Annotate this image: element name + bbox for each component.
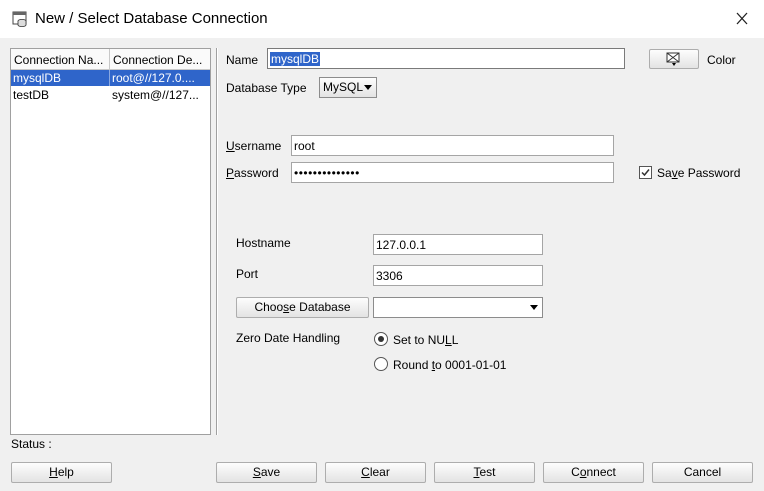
database-select[interactable] (373, 297, 543, 318)
close-button[interactable] (727, 7, 757, 31)
round-to-date-label: Round to 0001-01-01 (393, 358, 507, 372)
color-label: Color (707, 53, 736, 67)
chevron-down-icon (364, 85, 372, 90)
save-password-checkbox[interactable] (639, 166, 652, 179)
checkmark-icon (641, 169, 650, 177)
chevron-down-icon (530, 305, 538, 310)
save-password-label: Save Password (657, 166, 741, 180)
password-input[interactable]: •••••••••••••• (291, 162, 614, 183)
name-input[interactable]: mysqlDB (267, 48, 625, 69)
port-input[interactable]: 3306 (373, 265, 543, 286)
column-header-connection-details[interactable]: Connection De... (113, 53, 209, 67)
clear-button[interactable]: Clear (325, 462, 426, 483)
column-header-connection-name[interactable]: Connection Na... (14, 53, 108, 67)
connection-row-testdb[interactable]: testDB system@//127... (11, 87, 210, 103)
zero-date-handling-label: Zero Date Handling (236, 331, 341, 345)
username-label: Username (226, 139, 282, 153)
database-type-value: MySQL (323, 80, 364, 94)
connection-row-mysqldb[interactable]: mysqlDB root@//127.0.... (11, 70, 210, 86)
round-to-date-radio[interactable] (374, 357, 388, 371)
name-label: Name (226, 53, 259, 67)
connection-name: mysqlDB (13, 71, 62, 85)
window-title: New / Select Database Connection (35, 10, 268, 27)
connection-name: testDB (13, 88, 50, 102)
test-button[interactable]: Test (434, 462, 535, 483)
hostname-input[interactable]: 127.0.0.1 (373, 234, 543, 255)
connection-details: root@//127.0.... (112, 71, 195, 85)
password-label: Password (226, 166, 279, 180)
color-picker-button[interactable] (649, 49, 699, 69)
database-type-label: Database Type (226, 81, 307, 95)
close-icon (736, 12, 748, 25)
port-label: Port (236, 267, 259, 281)
connection-table-header: Connection Na... Connection De... (11, 49, 210, 70)
connection-details: system@//127... (112, 88, 199, 102)
cancel-button[interactable]: Cancel (652, 462, 753, 483)
name-input-value: mysqlDB (270, 52, 321, 66)
choose-database-button[interactable]: Choose Database (236, 297, 369, 318)
save-button[interactable]: Save (216, 462, 317, 483)
color-swatch-icon (666, 52, 680, 66)
panel-divider (216, 48, 218, 435)
column-separator (109, 70, 110, 86)
connect-button[interactable]: Connect (543, 462, 644, 483)
database-type-select[interactable]: MySQL (319, 77, 377, 98)
database-connection-icon (12, 11, 27, 27)
hostname-label: Hostname (236, 236, 291, 250)
help-button[interactable]: Help (11, 462, 112, 483)
connection-table[interactable]: Connection Na... Connection De... mysqlD… (10, 48, 211, 435)
set-to-null-radio[interactable] (374, 332, 388, 346)
set-to-null-label: Set to NULL (393, 333, 459, 347)
status-label: Status : (11, 437, 52, 451)
radio-selected-dot (378, 336, 384, 342)
title-bar: New / Select Database Connection (0, 0, 764, 38)
column-separator (109, 49, 110, 70)
username-input[interactable]: root (291, 135, 614, 156)
